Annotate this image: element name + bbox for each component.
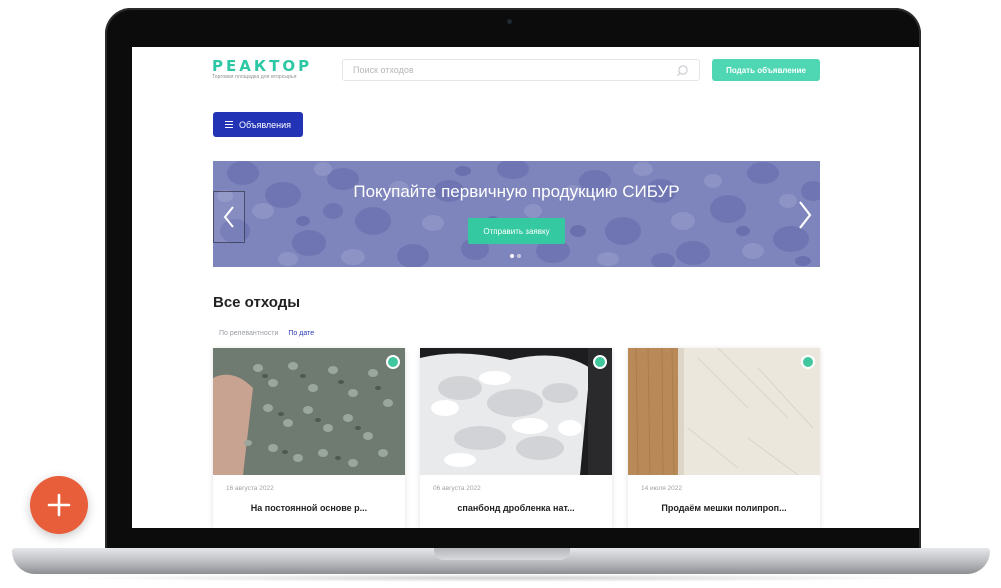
- plus-icon: [47, 493, 71, 517]
- listing-date: 16 августа 2022: [226, 485, 274, 492]
- carousel-prev-button[interactable]: [213, 191, 245, 243]
- camera-icon: [507, 19, 512, 24]
- laptop-base-notch: [434, 548, 570, 560]
- verified-badge-icon: [386, 355, 400, 369]
- sort-relevance[interactable]: По релевантности: [219, 330, 278, 337]
- listing-card[interactable]: 06 августа 2022 спанбонд дробленка нат..…: [420, 348, 612, 528]
- listing-date: 06 августа 2022: [433, 485, 481, 492]
- pellets-photo-image: [213, 348, 405, 475]
- pp-bag-photo-image: [628, 348, 820, 475]
- laptop-shadow: [60, 574, 940, 582]
- add-button[interactable]: [30, 476, 88, 534]
- logo[interactable]: РЕАКТОР Торговая площадка для вторсырья: [212, 58, 312, 80]
- listing-title: На постоянной основе р...: [250, 503, 368, 513]
- listing-title: Продаём мешки полипроп...: [661, 503, 787, 513]
- verified-badge-icon: [801, 355, 815, 369]
- listing-photo: [420, 348, 612, 475]
- search-icon[interactable]: [676, 64, 689, 77]
- listing-card[interactable]: 14 июля 2022 Продаём мешки полипроп...: [628, 348, 820, 528]
- logo-text: РЕАКТОР: [212, 57, 313, 75]
- section-title: Все отходы: [213, 294, 301, 311]
- ads-menu-label: Объявления: [238, 119, 292, 130]
- listing-title: спанбонд дробленка нат...: [457, 503, 575, 513]
- spunbond-photo-image: [420, 348, 612, 475]
- carousel-dots: [510, 254, 521, 258]
- post-ad-button[interactable]: Подать объявление: [712, 59, 820, 81]
- listing-card[interactable]: 16 августа 2022 На постоянной основе р..…: [213, 348, 405, 528]
- verified-badge-icon: [593, 355, 607, 369]
- laptop-screen: РЕАКТОР Торговая площадка для вторсырья …: [132, 47, 919, 528]
- search-input[interactable]: [353, 63, 653, 77]
- sort-options: По релевантности По дате: [219, 330, 314, 337]
- carousel-dot-1[interactable]: [510, 254, 514, 258]
- chevron-right-icon: [799, 201, 812, 229]
- menu-icon: [224, 121, 233, 128]
- chevron-left-icon: [223, 206, 234, 228]
- listing-cards: 16 августа 2022 На постоянной основе р..…: [213, 348, 820, 528]
- banner-overlay: [213, 161, 820, 267]
- promo-stage: РЕАКТОР Торговая площадка для вторсырья …: [0, 0, 1001, 588]
- promo-banner[interactable]: Покупайте первичную продукцию СИБУР Отпр…: [213, 161, 820, 267]
- listing-date: 14 июля 2022: [641, 485, 682, 492]
- listing-photo: [628, 348, 820, 475]
- sort-date[interactable]: По дате: [288, 330, 314, 337]
- send-request-button[interactable]: Отправить заявку: [468, 218, 565, 244]
- listing-photo: [213, 348, 405, 475]
- search-bar[interactable]: [342, 59, 700, 81]
- banner-title: Покупайте первичную продукцию СИБУР: [353, 182, 680, 201]
- ads-menu-button[interactable]: Объявления: [213, 112, 303, 137]
- carousel-next-button[interactable]: [792, 196, 818, 234]
- carousel-dot-2[interactable]: [517, 254, 521, 258]
